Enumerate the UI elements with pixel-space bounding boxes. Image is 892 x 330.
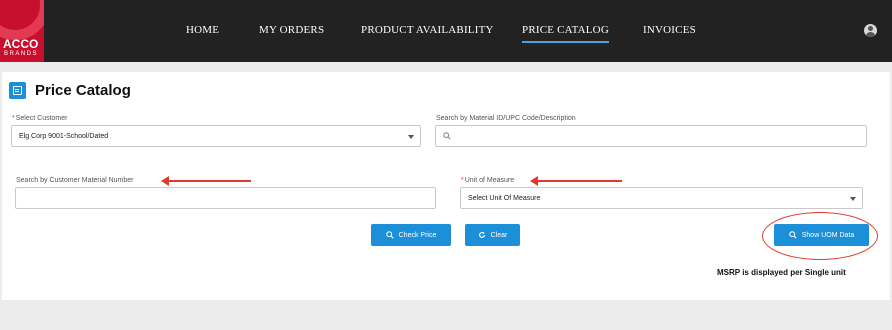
customer-material-label: Search by Customer Material Number bbox=[16, 177, 134, 184]
customer-material-input[interactable] bbox=[15, 187, 436, 209]
nav-invoices[interactable]: INVOICES bbox=[643, 24, 696, 36]
uom-dropdown[interactable]: Select Unit Of Measure bbox=[460, 187, 863, 209]
material-search-label: Search by Material ID/UPC Code/Descripti… bbox=[436, 115, 576, 122]
user-avatar-icon[interactable] bbox=[864, 24, 877, 37]
clear-button[interactable]: Clear bbox=[465, 224, 520, 246]
annotation-arrow-left bbox=[161, 176, 251, 186]
nav-home[interactable]: HOME bbox=[186, 24, 219, 36]
chevron-down-icon bbox=[408, 135, 414, 139]
acco-brands-logo[interactable]: ACCO BRANDS bbox=[0, 0, 44, 62]
nav-price-catalog[interactable]: PRICE CATALOG bbox=[522, 24, 609, 43]
logo-name: ACCO bbox=[3, 37, 39, 51]
search-icon bbox=[443, 132, 451, 140]
annotation-circle bbox=[762, 212, 878, 260]
uom-label: *Unit of Measure bbox=[461, 177, 515, 184]
search-icon bbox=[385, 231, 394, 239]
msrp-note: MSRP is displayed per Single unit bbox=[717, 268, 846, 277]
catalog-icon bbox=[9, 82, 26, 99]
page-title: Price Catalog bbox=[35, 82, 131, 99]
select-customer-label: *Select Customer bbox=[12, 115, 68, 122]
logo-subtitle: BRANDS bbox=[4, 51, 39, 57]
price-catalog-card bbox=[2, 72, 890, 300]
logo-swoosh bbox=[0, 0, 44, 40]
nav-product-availability[interactable]: PRODUCT AVAILABILITY bbox=[361, 24, 494, 36]
selected-customer-value: Elg Corp 9001-School/Dated bbox=[19, 133, 109, 140]
chevron-down-icon bbox=[850, 197, 856, 201]
nav-my-orders[interactable]: MY ORDERS bbox=[259, 24, 324, 36]
material-search-input[interactable] bbox=[435, 125, 867, 147]
top-nav-bar: ACCO BRANDS HOME MY ORDERS PRODUCT AVAIL… bbox=[0, 0, 892, 62]
select-customer-dropdown[interactable]: Elg Corp 9001-School/Dated bbox=[11, 125, 421, 147]
uom-selected-value: Select Unit Of Measure bbox=[468, 195, 541, 202]
refresh-icon bbox=[478, 231, 485, 238]
check-price-button[interactable]: Check Price bbox=[371, 224, 451, 246]
annotation-arrow-right bbox=[530, 176, 622, 186]
